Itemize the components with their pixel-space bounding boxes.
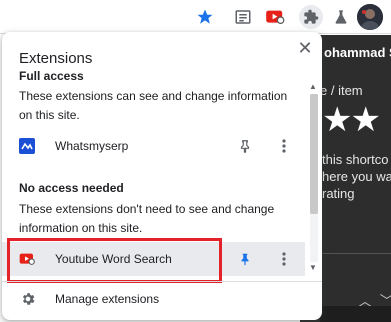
reading-list-icon[interactable] [232, 6, 254, 28]
manage-extensions-button[interactable]: Manage extensions [2, 284, 322, 314]
rating-stars[interactable]: ★★ [322, 103, 381, 137]
no-access-heading: No access needed [19, 181, 124, 195]
avatar[interactable] [357, 4, 383, 30]
background-text-line: this shortco [322, 152, 389, 167]
scroll-down-icon[interactable]: ▼ [309, 263, 317, 272]
full-access-description: These extensions can see and change info… [19, 89, 288, 122]
full-access-heading: Full access [19, 69, 84, 83]
extension-name: Whatsmyserp [55, 139, 129, 153]
browser-toolbar [0, 0, 391, 34]
background-text-line: here you wa [322, 169, 391, 184]
author-name: ohammad S [324, 45, 391, 60]
highlight-annotation [7, 238, 222, 283]
scroll-thumb[interactable] [310, 94, 318, 214]
puzzle-icon[interactable] [299, 5, 323, 29]
no-access-description: These extensions don't need to see and c… [19, 202, 275, 235]
more-options-icon[interactable] [276, 249, 292, 269]
extensions-popup: Extensions ✕ Full access These extension… [2, 32, 322, 320]
extension-row-whatsmyserp[interactable]: Whatsmyserp [2, 129, 320, 163]
pin-icon[interactable] [236, 137, 254, 155]
flask-icon[interactable] [330, 6, 352, 28]
scroll-up-icon[interactable]: ▲ [309, 82, 317, 91]
close-icon[interactable]: ✕ [295, 38, 315, 58]
bottom-bar [320, 306, 391, 322]
rating-label: e / item [320, 83, 363, 98]
background-text-line: rating [322, 186, 355, 201]
manage-extensions-label: Manage extensions [55, 292, 160, 306]
youtube-extension-icon[interactable] [264, 6, 286, 28]
more-options-icon[interactable] [276, 136, 292, 156]
scrollbar[interactable]: ▲ ▼ [307, 82, 320, 277]
star-icon[interactable] [194, 6, 216, 28]
pin-icon-active[interactable] [236, 250, 254, 268]
whatsmyserp-icon [19, 138, 35, 154]
background-text: this shortco here you wa rating [322, 151, 391, 202]
popup-title: Extensions [19, 50, 93, 67]
divider [2, 281, 322, 282]
gear-icon [20, 291, 36, 307]
